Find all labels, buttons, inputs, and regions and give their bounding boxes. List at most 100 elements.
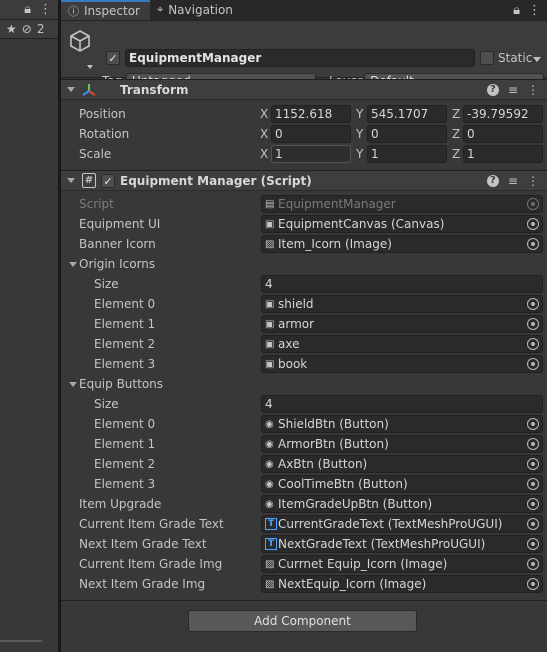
object-picker-icon[interactable] bbox=[527, 438, 539, 450]
element-value: shield bbox=[278, 297, 314, 311]
more-options-icon[interactable]: ⋮ bbox=[527, 174, 539, 188]
current-grade-text-value: CurrentGradeText (TextMeshProUGUI) bbox=[278, 517, 503, 531]
origin-icons-size-field[interactable]: 4 bbox=[261, 275, 543, 293]
next-grade-text-field[interactable]: T NextGradeText (TextMeshProUGUI) bbox=[261, 535, 543, 553]
equip-buttons-foldout[interactable]: Equip Buttons bbox=[61, 374, 547, 394]
static-dropdown-arrow-icon[interactable] bbox=[533, 57, 541, 62]
object-picker-icon[interactable] bbox=[527, 478, 539, 490]
help-icon[interactable]: ? bbox=[486, 175, 499, 187]
object-picker-icon[interactable] bbox=[527, 498, 539, 510]
axis-z-label[interactable]: Z bbox=[452, 107, 460, 121]
preset-sliders-icon[interactable]: ≡ bbox=[508, 174, 518, 188]
element-label: Element 2 bbox=[94, 337, 156, 351]
origin-icon-element-field[interactable]: ▣ armor bbox=[261, 315, 543, 333]
script-file-icon: # bbox=[82, 173, 96, 188]
axis-x-label[interactable]: X bbox=[260, 127, 268, 141]
rotation-x-field[interactable]: 0 bbox=[271, 125, 351, 143]
size-label: Size bbox=[94, 277, 119, 291]
banner-icon-field[interactable]: ▨ Item_Icorn (Image) bbox=[261, 235, 543, 253]
object-picker-icon[interactable] bbox=[527, 418, 539, 430]
transform-header[interactable]: Transform ? ≡ ⋮ bbox=[61, 79, 547, 100]
equip-button-element-field[interactable]: ◉ ShieldBtn (Button) bbox=[261, 415, 543, 433]
object-picker-icon[interactable] bbox=[527, 218, 539, 230]
current-grade-img-value: Currnet Equip_Icorn (Image) bbox=[278, 557, 448, 571]
object-picker-icon[interactable] bbox=[527, 458, 539, 470]
equip-buttons-size-field[interactable]: 4 bbox=[261, 395, 543, 413]
add-component-button[interactable]: Add Component bbox=[188, 610, 417, 632]
object-picker-icon[interactable] bbox=[527, 298, 539, 310]
preset-sliders-icon[interactable]: ≡ bbox=[508, 83, 518, 97]
inspector-tab-bar: ⓘ Inspector ⌖ Navigation 🔒︎ ⋮ bbox=[61, 0, 547, 21]
equipment-manager-header[interactable]: # ✓ Equipment Manager (Script) ? ≡ ⋮ bbox=[61, 170, 547, 191]
object-picker-icon[interactable] bbox=[527, 578, 539, 590]
scale-y-field[interactable]: 1 bbox=[367, 145, 447, 163]
scale-z-field[interactable]: 1 bbox=[463, 145, 543, 163]
help-icon[interactable]: ? bbox=[486, 84, 499, 96]
origin-icon-element-field[interactable]: ▣ axe bbox=[261, 335, 543, 353]
object-picker-icon[interactable] bbox=[527, 538, 539, 550]
rotation-z-field[interactable]: 0 bbox=[463, 125, 543, 143]
rotation-y-field[interactable]: 0 bbox=[367, 125, 447, 143]
axis-z-label[interactable]: Z bbox=[452, 127, 460, 141]
equip-button-element-field[interactable]: ◉ AxBtn (Button) bbox=[261, 455, 543, 473]
current-grade-img-field[interactable]: ▨ Currnet Equip_Icorn (Image) bbox=[261, 555, 543, 573]
current-grade-text-field[interactable]: T CurrentGradeText (TextMeshProUGUI) bbox=[261, 515, 543, 533]
object-picker-icon[interactable] bbox=[527, 518, 539, 530]
next-grade-img-field[interactable]: ▨ NextEquip_Icorn (Image) bbox=[261, 575, 543, 593]
fold-arrow-icon[interactable] bbox=[69, 382, 77, 387]
lock-icon[interactable]: 🔒︎ bbox=[513, 3, 520, 18]
gameobject-cube-icon bbox=[70, 30, 90, 52]
component-enabled-checkbox[interactable]: ✓ bbox=[101, 174, 115, 188]
favorite-star-icon[interactable]: ★ bbox=[6, 22, 17, 36]
fold-arrow-icon[interactable] bbox=[67, 178, 75, 183]
fold-arrow-icon[interactable] bbox=[67, 87, 75, 92]
scrollbar[interactable] bbox=[0, 640, 42, 642]
hidden-objects-icon[interactable]: ⊘ bbox=[22, 22, 32, 36]
banner-icon-row: Banner Icorn ▨ Item_Icorn (Image) bbox=[61, 234, 547, 254]
object-picker-icon[interactable] bbox=[527, 358, 539, 370]
axis-z-label[interactable]: Z bbox=[452, 147, 460, 161]
lock-icon[interactable]: 🔒︎ bbox=[24, 2, 31, 17]
more-options-icon[interactable]: ⋮ bbox=[528, 3, 541, 18]
sprite-icon: ▣ bbox=[265, 359, 275, 370]
element-value: axe bbox=[278, 337, 300, 351]
axis-y-label[interactable]: Y bbox=[356, 147, 363, 161]
active-checkbox[interactable]: ✓ bbox=[106, 51, 120, 65]
component-header-buttons: ? ≡ ⋮ bbox=[486, 83, 539, 97]
object-picker-icon[interactable] bbox=[527, 558, 539, 570]
static-checkbox[interactable] bbox=[480, 51, 494, 65]
tab-navigation[interactable]: ⌖ Navigation bbox=[150, 0, 243, 20]
current-grade-img-row: Current Item Grade Img ▨ Currnet Equip_I… bbox=[61, 554, 547, 574]
axis-x-label[interactable]: X bbox=[260, 107, 268, 121]
object-picker-icon[interactable] bbox=[527, 318, 539, 330]
position-y-field[interactable]: 545.1707 bbox=[367, 105, 447, 123]
origin-icon-element-field[interactable]: ▣ book bbox=[261, 355, 543, 373]
origin-icon-element-field[interactable]: ▣ shield bbox=[261, 295, 543, 313]
script-row: Script ▤ EquipmentManager bbox=[61, 194, 547, 214]
banner-icon-label: Banner Icorn bbox=[79, 237, 156, 251]
position-row: Position X 1152.618 Y 545.1707 Z -39.795… bbox=[61, 104, 547, 124]
scale-x-field[interactable]: 1 bbox=[271, 145, 351, 163]
object-picker-icon[interactable] bbox=[527, 238, 539, 250]
object-picker-icon[interactable] bbox=[527, 338, 539, 350]
equip-button-element-field[interactable]: ◉ CoolTimeBtn (Button) bbox=[261, 475, 543, 493]
equip-button-element-field[interactable]: ◉ ArmorBtn (Button) bbox=[261, 435, 543, 453]
position-x-field[interactable]: 1152.618 bbox=[271, 105, 351, 123]
next-grade-img-value: NextEquip_Icorn (Image) bbox=[278, 577, 427, 591]
fold-arrow-icon[interactable] bbox=[69, 262, 77, 267]
more-options-icon[interactable]: ⋮ bbox=[39, 2, 52, 17]
tab-inspector[interactable]: ⓘ Inspector bbox=[61, 0, 150, 20]
origin-icons-foldout[interactable]: Origin Icorns bbox=[61, 254, 547, 274]
icon-picker-arrow-icon[interactable] bbox=[87, 65, 93, 69]
object-name-field[interactable]: EquipmentManager bbox=[125, 49, 475, 67]
equipment-ui-field[interactable]: ▣ EquipmentCanvas (Canvas) bbox=[261, 215, 543, 233]
item-upgrade-field[interactable]: ◉ ItemGradeUpBtn (Button) bbox=[261, 495, 543, 513]
image-icon: ▨ bbox=[265, 239, 275, 250]
position-z-field[interactable]: -39.79592 bbox=[463, 105, 543, 123]
axis-y-label[interactable]: Y bbox=[356, 127, 363, 141]
image-icon: ▨ bbox=[265, 579, 275, 590]
axis-x-label[interactable]: X bbox=[260, 147, 268, 161]
equipment-ui-label: Equipment UI bbox=[79, 217, 161, 231]
axis-y-label[interactable]: Y bbox=[356, 107, 363, 121]
more-options-icon[interactable]: ⋮ bbox=[527, 83, 539, 97]
